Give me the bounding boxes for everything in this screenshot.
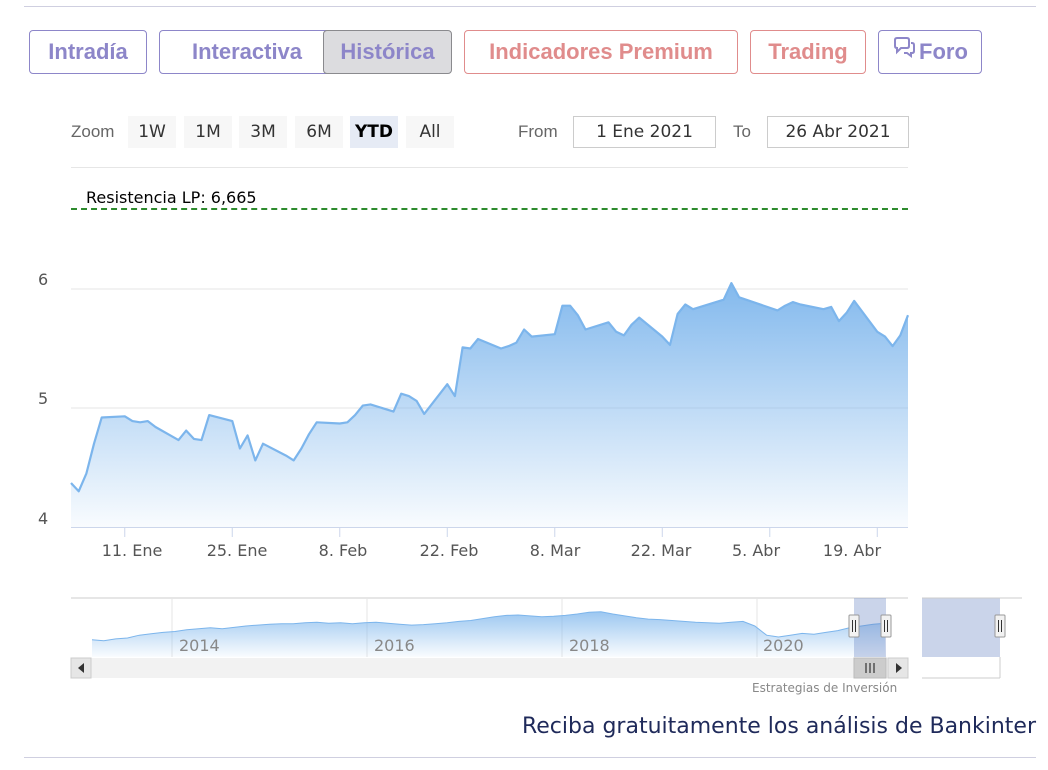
navigator-year-label: 2018	[569, 636, 610, 655]
navigator-handle-right	[880, 614, 892, 638]
navigator-year-label: 2020	[763, 636, 804, 655]
x-tick-label: 8. Feb	[318, 541, 368, 560]
chart-credits[interactable]: Estrategias de Inversión	[752, 681, 897, 695]
series-area	[71, 283, 908, 527]
scrollbar-track	[71, 658, 908, 678]
bottom-divider	[24, 757, 1036, 758]
navigator-handle-left	[848, 614, 860, 638]
main-plot-area[interactable]	[0, 0, 1048, 770]
x-tick-label: 19. Abr	[822, 541, 882, 560]
x-tick-label: 22. Mar	[630, 541, 692, 560]
navigator-year-label: 2016	[374, 636, 415, 655]
stock-chart: Zoom 1W 1M 3M 6M YTD All From 1 Ene 2021…	[0, 0, 1048, 770]
promo-text[interactable]: Reciba gratuitamente los análisis de Ban…	[522, 714, 1036, 739]
x-tick-label: 25. Ene	[206, 541, 268, 560]
navigator-handle-extra	[994, 614, 1006, 638]
x-tick-label: 11. Ene	[101, 541, 163, 560]
navigator-year-label: 2014	[179, 636, 220, 655]
x-tick-label: 22. Feb	[419, 541, 479, 560]
navigator-window-extension	[922, 598, 1000, 657]
x-tick-label: 8. Mar	[529, 541, 581, 560]
x-tick-label: 5. Abr	[731, 541, 781, 560]
